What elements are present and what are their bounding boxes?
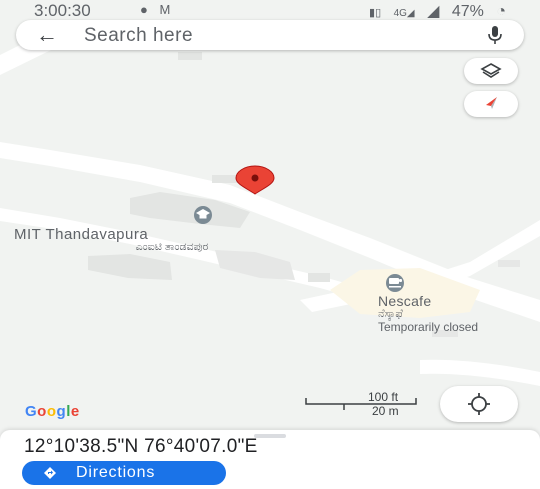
- place-status-label: Temporarily closed: [378, 320, 479, 334]
- search-bar[interactable]: ← Search here: [16, 20, 524, 50]
- 4g-signal-icon: 4G◢: [393, 8, 415, 19]
- status-bar: 3:00:30 ● M ▮▯ 4G◢ ◢ 47% ◔: [0, 0, 540, 20]
- microphone-icon[interactable]: [488, 26, 502, 49]
- back-arrow-icon[interactable]: ←: [36, 22, 58, 48]
- my-location-button[interactable]: [440, 386, 518, 422]
- gmail-icon: M: [159, 2, 171, 17]
- chat-bubble-icon: ●: [140, 2, 148, 17]
- scale-imperial-label: 100 ft: [368, 390, 399, 404]
- battery-icon: ◔: [496, 3, 506, 20]
- notification-icons: ● M: [140, 2, 170, 17]
- map-building: [498, 260, 520, 267]
- sheet-drag-handle[interactable]: [254, 434, 286, 438]
- google-logo: Google: [25, 403, 80, 420]
- vibrate-icon: ▮▯: [369, 7, 382, 19]
- layers-icon: [480, 63, 502, 78]
- scale-metric-label: 20 m: [372, 404, 399, 418]
- cell-signal-icon: ◢: [427, 3, 440, 20]
- compass-icon: [486, 97, 497, 109]
- status-time: 3:00:30: [34, 1, 91, 20]
- coordinates-text: 12°10'38.5"N 76°40'07.0"E: [24, 436, 258, 457]
- map-canvas[interactable]: [0, 0, 540, 430]
- place-label-nescafe[interactable]: Nescafe: [378, 293, 431, 309]
- bottom-sheet[interactable]: 12°10'38.5"N 76°40'07.0"E Directions: [0, 430, 540, 489]
- crosshair-icon: [468, 393, 490, 415]
- directions-label: Directions: [76, 464, 156, 481]
- search-input[interactable]: Search here: [84, 25, 193, 47]
- map-building: [308, 273, 330, 282]
- place-label-mit-local: ಎಂಐಟಿ ತಾಂಡವಪುರ: [135, 241, 209, 253]
- compass-button[interactable]: [464, 91, 518, 117]
- directions-button[interactable]: Directions: [22, 461, 226, 485]
- battery-percent: 47%: [451, 3, 484, 20]
- school-icon[interactable]: [194, 206, 212, 224]
- cafe-icon[interactable]: [386, 274, 404, 292]
- directions-icon: [44, 467, 56, 479]
- layers-button[interactable]: [464, 58, 518, 84]
- map-building: [178, 52, 202, 60]
